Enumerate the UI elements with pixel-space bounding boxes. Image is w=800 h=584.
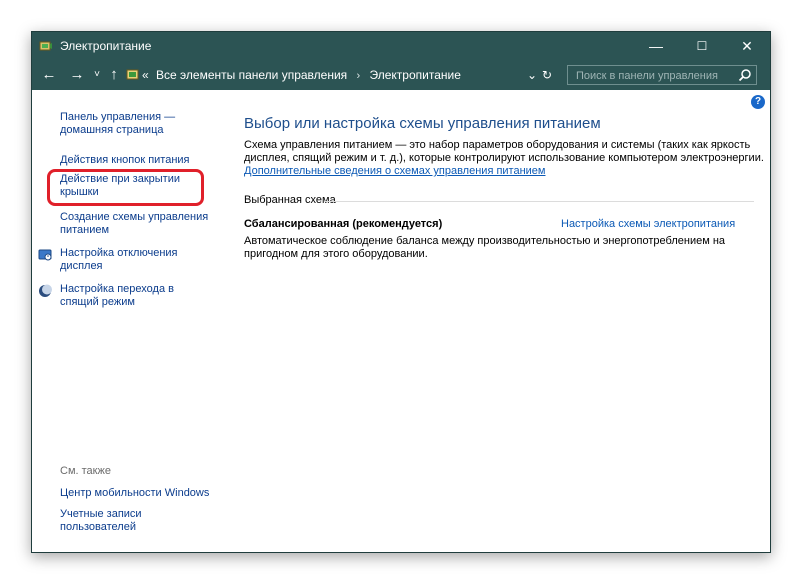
sidebar-item-mobility-center[interactable]: Центр мобильности Windows: [60, 487, 230, 500]
sidebar-item-user-accounts[interactable]: Учетные записи пользователей: [60, 508, 160, 534]
see-also-heading: См. также: [60, 465, 111, 477]
highlight-outline: [47, 169, 204, 206]
breadcrumb-all-items[interactable]: Все элементы панели управления: [156, 68, 347, 82]
address-bar: ← → ˅ ↑ « Все элементы панели управления…: [32, 60, 770, 90]
breadcrumb-overflow[interactable]: «: [142, 68, 149, 82]
address-dropdown-button[interactable]: ⌄: [527, 65, 537, 85]
up-button[interactable]: ↑: [106, 65, 122, 85]
sidebar-item-display-off[interactable]: Настройка отключения дисплея: [60, 247, 200, 273]
breadcrumb-separator[interactable]: ›: [357, 70, 361, 82]
selected-plan-label: Выбранная схема: [244, 194, 336, 206]
search-input[interactable]: Поиск в панели управления: [567, 65, 757, 85]
sidebar-item-home[interactable]: Панель управления — домашняя страница: [60, 111, 190, 137]
page-title: Выбор или настройка схемы управления пит…: [244, 115, 601, 132]
title-bar: Электропитание — ☐ ✕: [32, 32, 770, 60]
power-options-icon: [39, 41, 52, 51]
sidebar-item-create-plan[interactable]: Создание схемы управления питанием: [60, 211, 212, 237]
change-plan-settings-link[interactable]: Настройка схемы электропитания: [561, 218, 735, 230]
close-button[interactable]: ✕: [724, 32, 770, 60]
refresh-button[interactable]: ↻: [542, 65, 552, 85]
description-text: Схема управления питанием — это набор па…: [244, 139, 764, 164]
help-icon[interactable]: ?: [751, 95, 765, 109]
recent-locations-button[interactable]: ˅: [92, 65, 102, 85]
sidebar-item-power-buttons[interactable]: Действия кнопок питания: [60, 154, 210, 167]
forward-button[interactable]: →: [68, 65, 86, 85]
sleep-moon-icon: [39, 284, 52, 297]
breadcrumb-power-options[interactable]: Электропитание: [370, 68, 461, 82]
back-button[interactable]: ←: [40, 65, 58, 85]
group-divider: [324, 201, 754, 202]
plan-name: Сбалансированная (рекомендуется): [244, 218, 443, 230]
control-panel-window: Электропитание — ☐ ✕ ← → ˅ ↑ « Все элеме…: [31, 31, 771, 553]
plan-description: Автоматическое соблюдение баланса между …: [244, 235, 726, 260]
window-title: Электропитание: [60, 39, 152, 53]
control-panel-icon: [126, 69, 139, 80]
minimize-button[interactable]: —: [633, 32, 679, 60]
display-schedule-icon: [38, 249, 52, 261]
search-icon: [738, 69, 751, 82]
breadcrumb: « Все элементы панели управления › Элект…: [142, 65, 461, 85]
more-info-link[interactable]: Дополнительные сведения о схемах управле…: [244, 165, 546, 177]
page-description: Схема управления питанием — это набор па…: [244, 139, 764, 178]
sidebar-item-sleep[interactable]: Настройка перехода в спящий режим: [60, 283, 185, 309]
maximize-button[interactable]: ☐: [679, 32, 725, 60]
search-placeholder: Поиск в панели управления: [576, 70, 718, 82]
